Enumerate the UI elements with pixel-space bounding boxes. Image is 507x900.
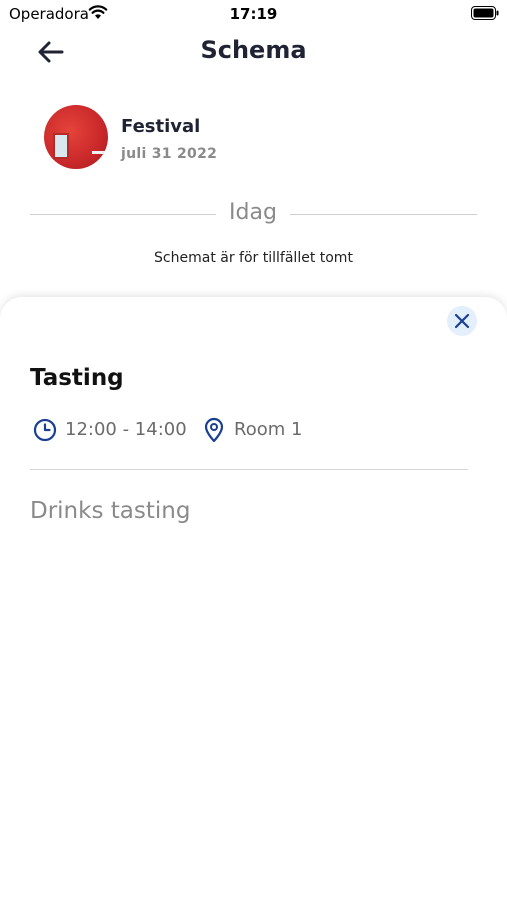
session-location: Room 1 bbox=[234, 419, 303, 440]
day-label: Idag bbox=[229, 200, 277, 225]
close-icon bbox=[454, 313, 470, 329]
divider-line-left bbox=[30, 214, 216, 215]
session-meta: 12:00 - 14:00 Room 1 bbox=[30, 417, 450, 443]
schedule-detail-sheet: Tasting 12:00 - 14:00 Room 1 Drinks tast… bbox=[0, 297, 507, 900]
session-description: Drinks tasting bbox=[30, 498, 191, 524]
day-divider: Idag bbox=[30, 200, 477, 230]
battery-icon bbox=[471, 6, 499, 20]
clock-icon bbox=[33, 418, 57, 442]
event-date: juli 31 2022 bbox=[121, 146, 218, 162]
sheet-divider bbox=[30, 469, 468, 470]
event-avatar bbox=[44, 105, 108, 169]
location-pin-icon bbox=[204, 417, 224, 443]
session-title: Tasting bbox=[30, 365, 124, 391]
session-time: 12:00 - 14:00 bbox=[65, 419, 187, 440]
nav-bar: Schema bbox=[0, 30, 507, 74]
event-summary: Festival juli 31 2022 bbox=[44, 105, 344, 171]
sill-image-detail bbox=[92, 151, 106, 154]
close-button[interactable] bbox=[447, 306, 477, 336]
status-bar: Operadora 17:19 bbox=[0, 0, 507, 28]
empty-state-text: Schemat är för tillfället tomt bbox=[154, 250, 353, 266]
door-image-detail bbox=[53, 133, 69, 159]
status-time: 17:19 bbox=[229, 5, 278, 23]
divider-line-right bbox=[290, 214, 477, 215]
page-title: Schema bbox=[200, 36, 307, 64]
event-name: Festival bbox=[121, 116, 201, 137]
